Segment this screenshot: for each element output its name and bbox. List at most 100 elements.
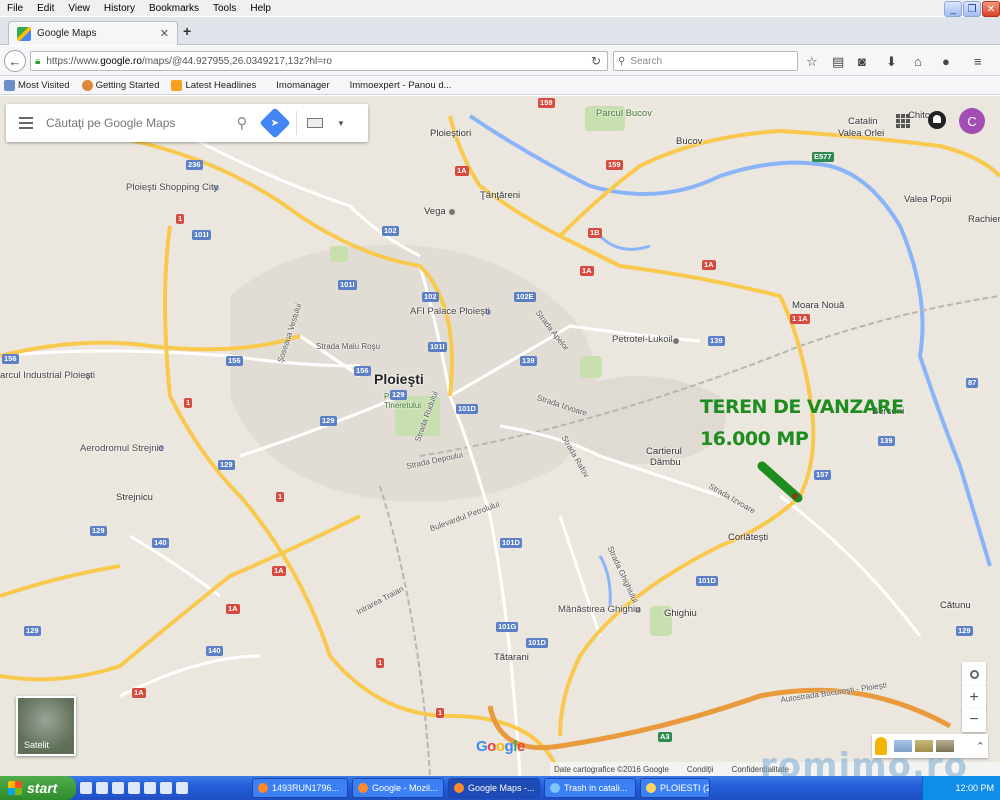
- plot-marker: [757, 461, 803, 503]
- satellite-toggle[interactable]: Satelit: [16, 696, 76, 756]
- poi-vega: [449, 209, 455, 215]
- label-aerodrom: Aerodromul Strejnic: [80, 443, 164, 454]
- menu-tools[interactable]: Tools: [206, 3, 243, 14]
- close-button[interactable]: ✕: [982, 1, 1000, 17]
- map-canvas[interactable]: Ploieşti Ploieştiori Parcul Bucov Bucov …: [0, 96, 1000, 776]
- menu-bookmarks[interactable]: Bookmarks: [142, 3, 206, 14]
- expand-icon[interactable]: ⌃: [976, 740, 985, 753]
- road-shield: 101I: [338, 280, 357, 290]
- zoom-in-button[interactable]: +: [962, 686, 986, 710]
- bookmark-immoexpert[interactable]: Immoexpert - Panou d...: [350, 80, 452, 91]
- road-shield: 1A: [132, 688, 146, 698]
- directions-icon[interactable]: ➤: [259, 107, 291, 139]
- new-tab-button[interactable]: +: [183, 23, 191, 39]
- url-host: google.ro: [100, 55, 142, 67]
- folder-icon: [550, 783, 560, 793]
- menu-view[interactable]: View: [61, 3, 97, 14]
- chat-icon[interactable]: ●: [942, 54, 950, 69]
- lock-icon: 🔒︎: [35, 55, 41, 67]
- road-shield: 101I: [192, 230, 211, 240]
- start-button[interactable]: start: [0, 776, 76, 800]
- road-shield: 102: [382, 226, 399, 236]
- account-avatar[interactable]: C: [959, 108, 985, 134]
- taskbar-item[interactable]: 1493RUN1796...: [252, 778, 348, 798]
- menu-help[interactable]: Help: [243, 3, 278, 14]
- reading-list-icon[interactable]: ▤: [832, 54, 844, 70]
- label-tatarani: Tătarani: [494, 652, 529, 663]
- stream-south: [598, 555, 612, 607]
- road-shield: 129: [390, 390, 407, 400]
- road-shield: 159: [538, 98, 555, 108]
- tab-google-maps[interactable]: Google Maps ✕: [8, 21, 178, 45]
- road-shield: 140: [206, 646, 223, 656]
- chevron-down-icon[interactable]: ▼: [337, 119, 345, 128]
- road-shield: 102E: [514, 292, 536, 302]
- reload-icon[interactable]: ↻: [591, 54, 601, 68]
- maps-search-input[interactable]: [46, 116, 226, 130]
- road-shield: A3: [658, 732, 672, 742]
- bookmark-label: Most Visited: [18, 80, 70, 91]
- bookmark-getting-started[interactable]: Getting Started: [81, 80, 159, 91]
- label-ghighiu: Ghighiu: [664, 608, 697, 619]
- menu-history[interactable]: History: [97, 3, 142, 14]
- my-location-button[interactable]: [962, 662, 986, 686]
- quicklaunch-smiley-icon[interactable]: [144, 782, 156, 794]
- road-shield: 101D: [696, 576, 718, 586]
- quicklaunch-email-icon[interactable]: [128, 782, 140, 794]
- bookmark-latest-headlines[interactable]: Latest Headlines: [171, 80, 256, 91]
- quicklaunch-folder-icon[interactable]: [160, 782, 172, 794]
- road-shield: 129: [956, 626, 973, 636]
- footer-terms-link[interactable]: Condiţii: [687, 765, 714, 774]
- annotation-area: 16.000 MP: [700, 428, 809, 450]
- hamburger-menu-icon[interactable]: [6, 117, 46, 129]
- task-label: Google - Mozil...: [372, 783, 438, 793]
- menu-file[interactable]: File: [0, 3, 30, 14]
- quicklaunch-ie-icon[interactable]: [80, 782, 92, 794]
- quicklaunch-mail-icon[interactable]: [96, 782, 108, 794]
- road-shield: 129: [24, 626, 41, 636]
- road-shield: 140: [152, 538, 169, 548]
- search-icon[interactable]: ⚲: [226, 114, 258, 132]
- road-shield: 129: [320, 416, 337, 426]
- home-icon[interactable]: ⌂: [914, 54, 922, 69]
- road-shield: 157: [814, 470, 831, 480]
- road-shield: 1A: [272, 566, 286, 576]
- firefox-icon: [81, 80, 93, 91]
- minimize-button[interactable]: _: [944, 1, 962, 17]
- clock[interactable]: 12:00 PM: [955, 783, 994, 793]
- zoom-out-button[interactable]: −: [962, 708, 986, 732]
- taskbar-item[interactable]: Trash in catali...: [544, 778, 636, 798]
- bookmark-star-icon[interactable]: ☆: [806, 54, 818, 70]
- back-button[interactable]: ←: [4, 50, 26, 72]
- folder-icon: [646, 783, 656, 793]
- satellite-label: Satelit: [24, 740, 50, 750]
- pocket-icon[interactable]: ◙: [858, 54, 866, 69]
- firefox-icon: [454, 783, 464, 793]
- browser-search-input[interactable]: ⚲ Search: [613, 51, 798, 71]
- taskbar-item[interactable]: PLOIESTI (2): [640, 778, 710, 798]
- notifications-bell-icon[interactable]: [928, 111, 946, 129]
- bookmark-imomanager[interactable]: Imomanager: [276, 80, 329, 91]
- menu-edit[interactable]: Edit: [30, 3, 61, 14]
- label-strejnicu: Strejnicu: [116, 492, 153, 503]
- url-path: /maps/@44.927955,26.0349217,13z?hl=ro: [141, 55, 332, 67]
- maps-search-box: ⚲ ➤ ▼: [6, 104, 368, 142]
- tab-close-icon[interactable]: ✕: [160, 27, 169, 40]
- url-bar[interactable]: 🔒︎ https://www. google.ro/maps/@44.927955…: [30, 51, 608, 71]
- label-valea-popii: Valea Popii: [904, 194, 952, 205]
- taskbar-item-active[interactable]: Google Maps -...: [448, 778, 540, 798]
- quicklaunch-firefox-icon[interactable]: [176, 782, 188, 794]
- lake: [598, 234, 651, 251]
- menu-icon[interactable]: ≡: [974, 54, 982, 69]
- maximize-button[interactable]: ❐: [963, 1, 981, 17]
- bookmark-most-visited[interactable]: Most Visited: [4, 80, 70, 91]
- label-petrotel: Petrotel-Lukoil: [612, 334, 673, 345]
- download-icon[interactable]: ⬇: [886, 54, 897, 70]
- taskbar-item[interactable]: Google - Mozil...: [352, 778, 444, 798]
- bookmark-label: Latest Headlines: [185, 80, 257, 91]
- road-shield: 1A: [702, 260, 716, 270]
- keyboard-icon[interactable]: [307, 118, 323, 128]
- quicklaunch-messenger-icon[interactable]: [112, 782, 124, 794]
- apps-grid-icon[interactable]: [896, 114, 910, 128]
- label-rachieri: Rachier: [968, 214, 1000, 225]
